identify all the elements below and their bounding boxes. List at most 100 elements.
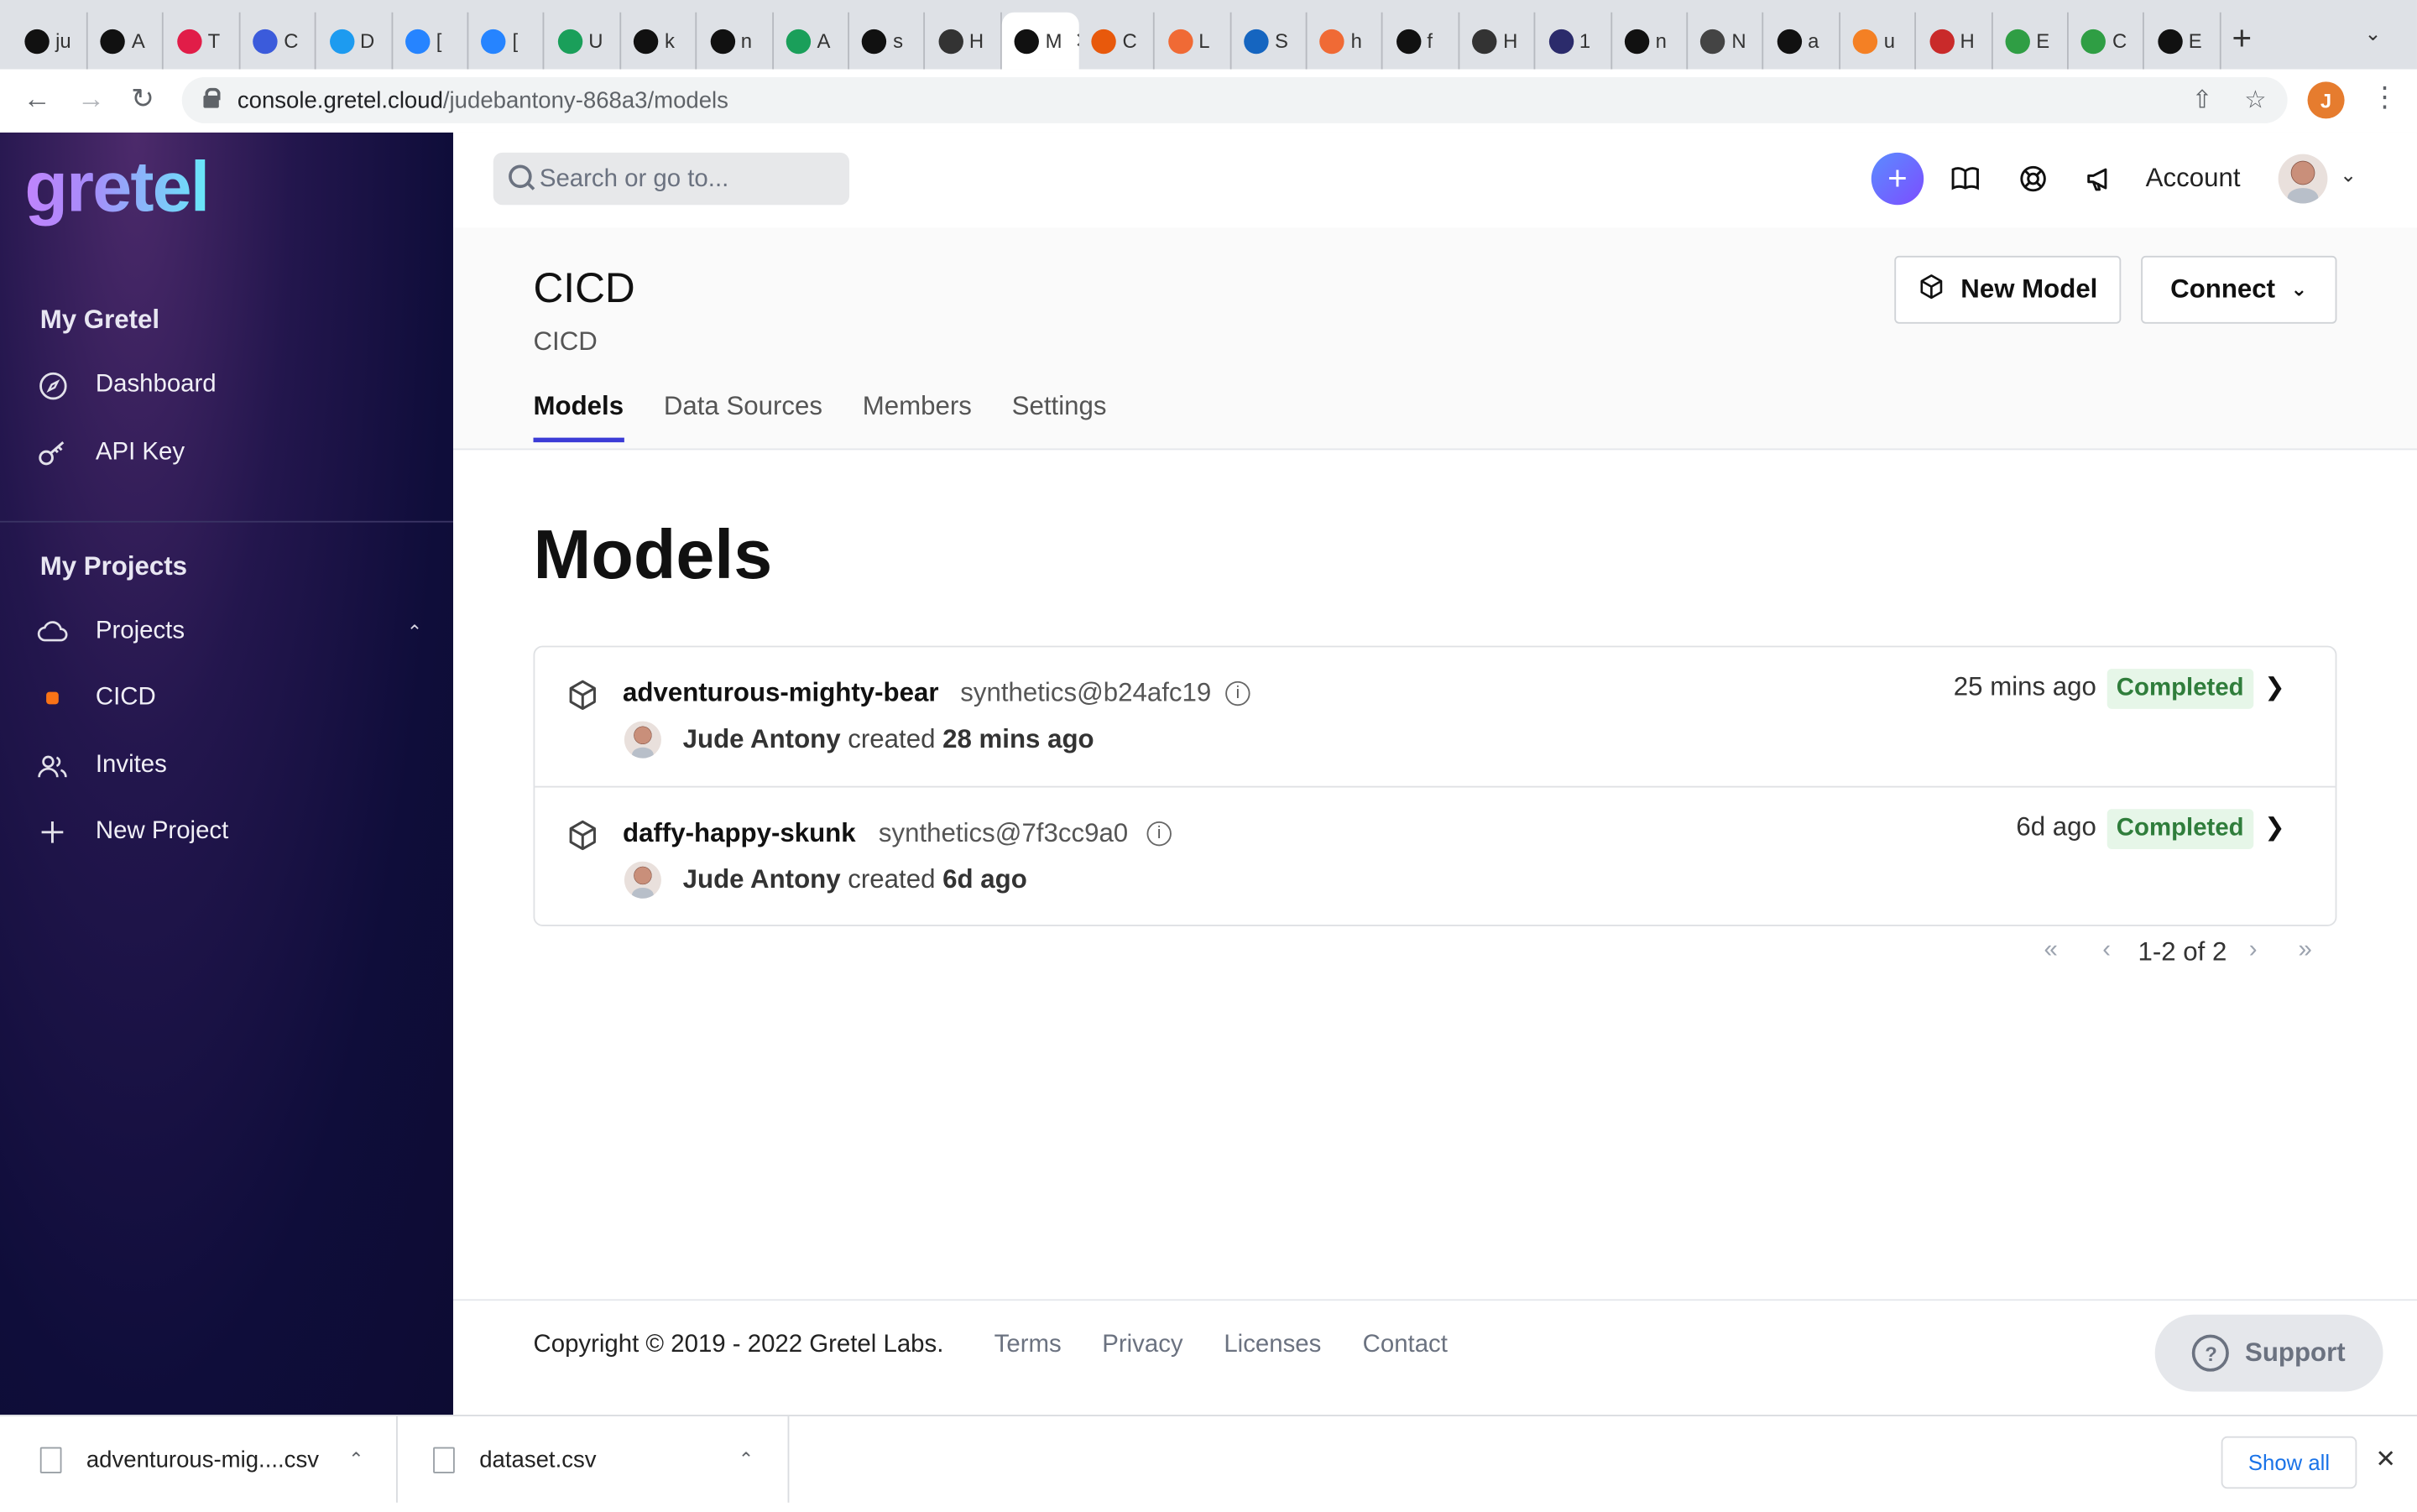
licenses-link[interactable]: Licenses <box>1224 1332 1321 1359</box>
browser-tab[interactable]: H <box>926 12 1002 70</box>
forward-arrow-icon[interactable]: → <box>77 83 105 116</box>
browser-tab[interactable]: n <box>697 12 774 70</box>
browser-tab-title: A <box>131 29 145 53</box>
terms-link[interactable]: Terms <box>994 1332 1062 1359</box>
tab-models[interactable]: Models <box>533 392 624 443</box>
docs-book-icon[interactable] <box>1950 164 1981 195</box>
browser-menu-icon[interactable]: ⋮ <box>2371 81 2399 114</box>
next-page-icon[interactable]: › <box>2249 937 2258 965</box>
model-row[interactable]: adventurous-mighty-bear synthetics@b24af… <box>535 647 2335 785</box>
sidebar-item-project-cicd[interactable]: CICD <box>37 675 422 721</box>
browser-tab[interactable]: E <box>1993 12 2069 70</box>
browser-profile-avatar[interactable]: J <box>2307 81 2345 119</box>
search-box[interactable] <box>493 152 850 206</box>
download-filename: adventurous-mig....csv <box>86 1446 320 1473</box>
chevron-up-icon[interactable]: ⌃ <box>739 1448 754 1470</box>
info-icon[interactable]: i <box>1146 821 1172 847</box>
privacy-link[interactable]: Privacy <box>1102 1332 1182 1359</box>
browser-tab[interactable]: C <box>241 12 316 70</box>
browser-tab[interactable]: D <box>317 12 393 70</box>
first-page-icon[interactable]: « <box>2044 937 2057 965</box>
model-name[interactable]: adventurous-mighty-bear <box>623 678 938 709</box>
browser-tab[interactable]: C <box>1079 12 1156 70</box>
browser-tab[interactable]: k <box>622 12 697 70</box>
stack-icon <box>1853 28 1878 54</box>
tab-members[interactable]: Members <box>863 392 972 443</box>
browser-tab[interactable]: [ <box>393 12 469 70</box>
browser-tab[interactable]: A <box>88 12 164 70</box>
browser-tab-title: H <box>968 29 984 53</box>
new-tab-button[interactable]: + <box>2232 18 2253 59</box>
show-all-downloads-button[interactable]: Show all <box>2221 1436 2357 1489</box>
browser-tab[interactable]: L <box>1156 12 1231 70</box>
lifebuoy-help-icon[interactable] <box>2018 164 2049 195</box>
browser-tab[interactable]: A <box>774 12 850 70</box>
reload-icon[interactable]: ↻ <box>131 83 154 116</box>
browser-tab[interactable]: N <box>1689 12 1764 70</box>
gretel-logo[interactable]: gretel <box>24 145 210 228</box>
bird-icon <box>1548 28 1574 54</box>
browser-tab-title: u <box>1883 29 1896 53</box>
sidebar-section-my-projects: My Projects <box>39 551 188 581</box>
prev-page-icon[interactable]: ‹ <box>2102 937 2111 965</box>
browser-tab[interactable]: H <box>1460 12 1536 70</box>
browser-tab[interactable]: 1 <box>1536 12 1612 70</box>
browser-tab[interactable]: f <box>1384 12 1459 70</box>
address-bar[interactable]: console.gretel.cloud/judebantony-868a3/m… <box>181 76 2288 123</box>
sidebar-item-new-project[interactable]: New Project <box>37 809 422 855</box>
created-time: 28 mins ago <box>942 724 1094 754</box>
tab-search-chevron-icon[interactable]: ⌄ <box>2364 22 2381 46</box>
support-button[interactable]: ? Support <box>2154 1314 2383 1392</box>
contact-link[interactable]: Contact <box>1363 1332 1448 1359</box>
browser-tab[interactable]: s <box>850 12 926 70</box>
browser-tab[interactable]: U <box>546 12 621 70</box>
create-plus-button[interactable]: + <box>1871 152 1924 206</box>
chevron-up-icon[interactable]: ⌃ <box>407 621 422 643</box>
updated-time: 25 mins ago <box>1953 671 2096 701</box>
chevron-right-icon[interactable]: ❯ <box>2264 672 2285 703</box>
search-input[interactable] <box>536 160 843 201</box>
kaggle-icon <box>557 28 582 54</box>
sidebar-item-projects[interactable]: Projects ⌃ <box>37 608 422 654</box>
bookmark-star-icon[interactable]: ☆ <box>2244 85 2266 116</box>
download-item[interactable]: dataset.csv ⌃ <box>396 1416 790 1503</box>
chevron-up-icon[interactable]: ⌃ <box>348 1448 363 1470</box>
model-name[interactable]: daffy-happy-skunk <box>623 818 856 849</box>
tab-settings[interactable]: Settings <box>1012 392 1107 443</box>
browser-tab[interactable]: H <box>1917 12 1993 70</box>
share-icon[interactable]: ⇧ <box>2192 85 2213 116</box>
megaphone-icon[interactable] <box>2084 164 2115 195</box>
connect-button[interactable]: Connect ⌄ <box>2141 255 2337 324</box>
model-row[interactable]: daffy-happy-skunk synthetics@7f3cc9a0 i … <box>535 785 2336 926</box>
download-item[interactable]: adventurous-mig....csv ⌃ <box>0 1416 398 1503</box>
account-menu-label[interactable]: Account <box>2146 164 2241 195</box>
browser-tab[interactable]: a <box>1765 12 1840 70</box>
browser-tab[interactable]: C <box>2070 12 2145 70</box>
browser-tab[interactable]: h <box>1308 12 1384 70</box>
github-icon <box>101 28 126 54</box>
question-icon: ? <box>2192 1334 2230 1372</box>
close-icon[interactable]: ✕ <box>2375 1444 2396 1475</box>
browser-tab[interactable]: [ <box>469 12 546 70</box>
browser-tab[interactable]: u <box>1840 12 1917 70</box>
sidebar-item-api-key[interactable]: API Key <box>37 430 422 476</box>
chevron-right-icon[interactable]: ❯ <box>2264 812 2285 843</box>
browser-tab[interactable]: E <box>2145 12 2221 70</box>
file-icon <box>433 1446 455 1473</box>
sidebar-item-invites[interactable]: Invites <box>37 743 422 789</box>
browser-tab[interactable]: S <box>1232 12 1308 70</box>
info-icon[interactable]: i <box>1225 680 1250 706</box>
browser-tab[interactable]: M✕ <box>1002 12 1080 70</box>
sidebar-item-dashboard[interactable]: Dashboard <box>37 362 422 409</box>
back-arrow-icon[interactable]: ← <box>23 83 51 116</box>
browser-tab[interactable]: ju <box>13 12 88 70</box>
tab-data-sources[interactable]: Data Sources <box>664 392 822 443</box>
user-avatar[interactable] <box>2278 154 2328 204</box>
browser-tab[interactable]: T <box>164 12 241 70</box>
jira-icon <box>481 28 507 54</box>
chevron-down-icon[interactable]: ⌄ <box>2340 164 2357 188</box>
last-page-icon[interactable]: » <box>2299 937 2312 965</box>
new-model-button[interactable]: New Model <box>1894 255 2122 324</box>
jira-icon <box>405 28 431 54</box>
browser-tab[interactable]: n <box>1612 12 1689 70</box>
